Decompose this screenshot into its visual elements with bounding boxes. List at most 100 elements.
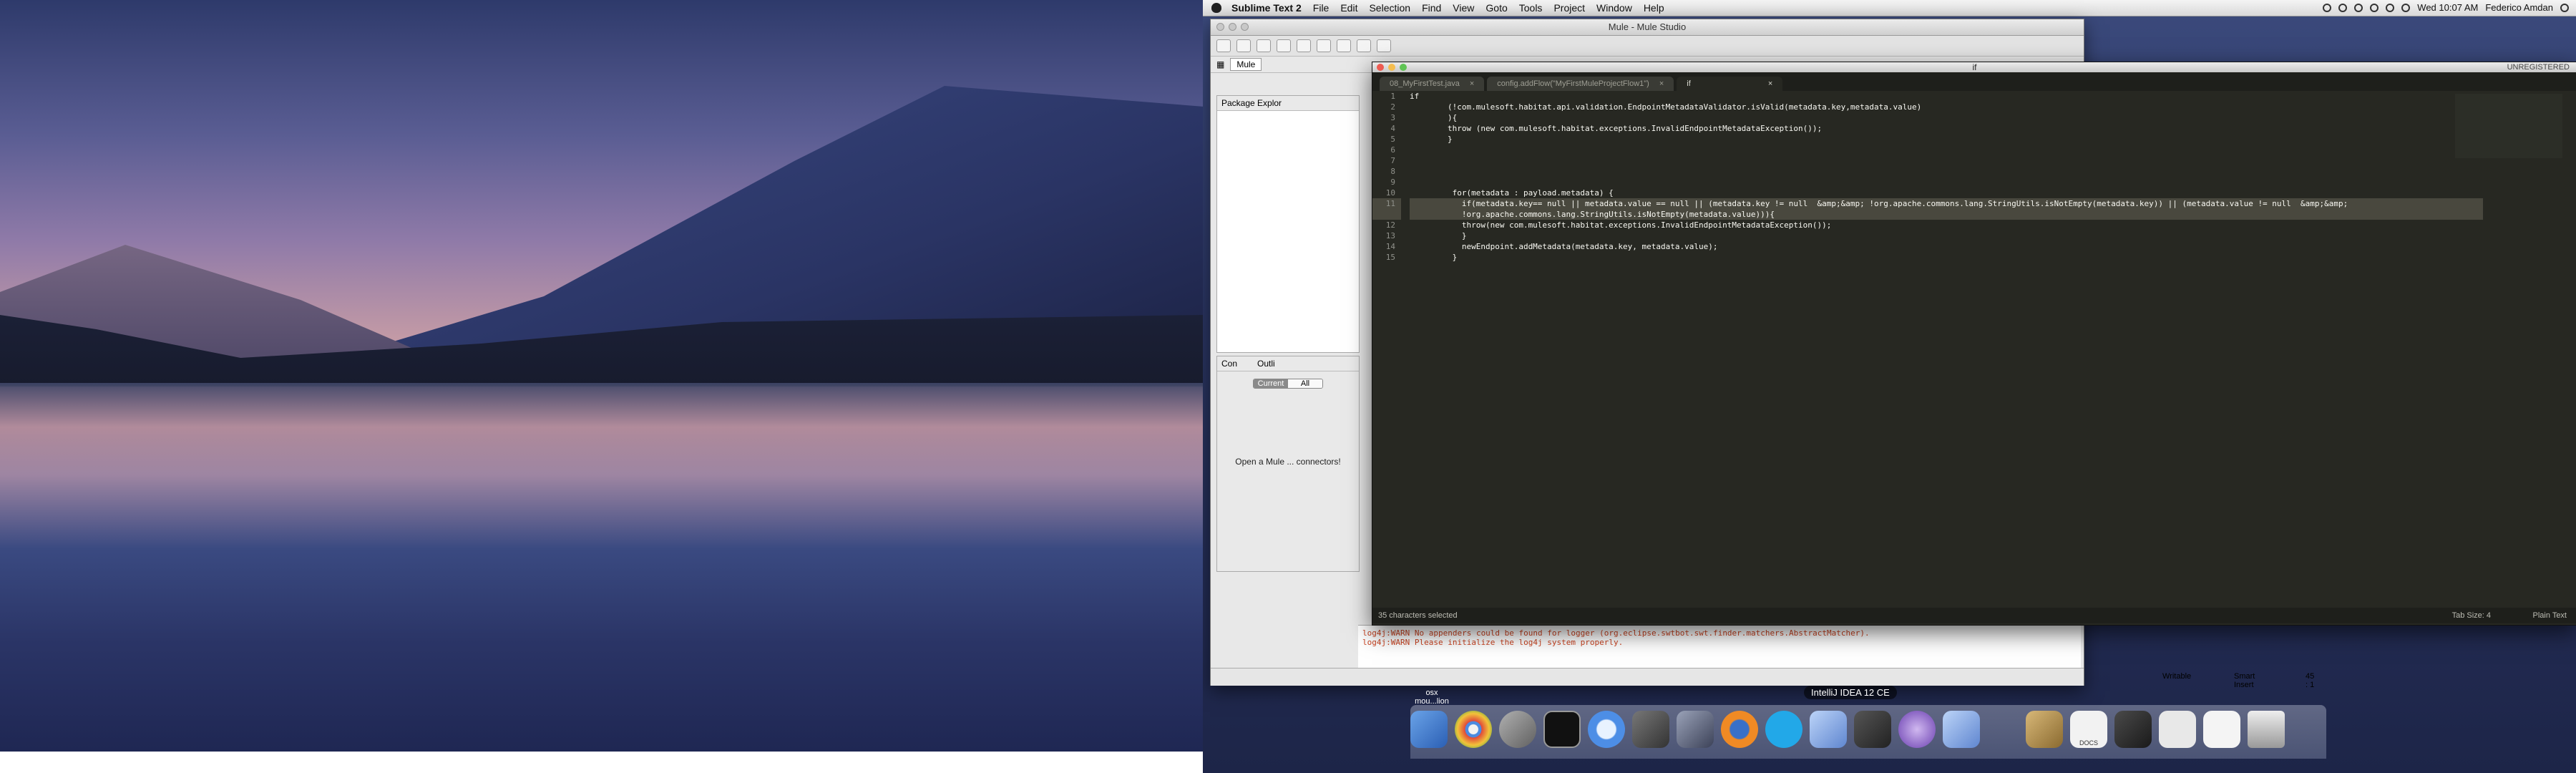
close-button[interactable] (1377, 64, 1384, 71)
tab-first-test[interactable]: 08_MyFirstTest.java × (1380, 77, 1485, 91)
menubar-clock[interactable]: Wed 10:07 AM (2417, 2, 2478, 13)
new-icon[interactable] (1216, 39, 1231, 52)
line-number: 9 (1390, 178, 1395, 187)
code-line-selected: if(metadata.key== null || metadata.value… (1410, 198, 2483, 209)
line-number: 8 (1390, 167, 1395, 176)
screenshot-stack-icon[interactable] (2114, 711, 2152, 748)
desktop-file-icon[interactable]: osx mou...lion (1410, 689, 1453, 706)
close-tab-icon[interactable]: × (1470, 77, 1474, 91)
connectors-message: Open a Mule ... connectors! (1235, 457, 1341, 467)
documents-stack-icon[interactable]: DOCS (2070, 711, 2107, 748)
sublime-title: if (1972, 62, 1977, 72)
external-tools-icon[interactable] (1297, 39, 1311, 52)
menu-help[interactable]: Help (1644, 2, 1664, 14)
line-number: 2 (1390, 102, 1395, 112)
mule-perspective-button[interactable]: Mule (1230, 58, 1262, 71)
adium-icon[interactable] (1810, 711, 1847, 748)
unregistered-label: UNREGISTERED (2507, 63, 2570, 72)
eclipse-icon[interactable] (1898, 711, 1936, 748)
tab-if[interactable]: if × (1677, 77, 1783, 91)
menu-file[interactable]: File (1313, 2, 1330, 14)
menu-edit[interactable]: Edit (1340, 2, 1357, 14)
applications-folder-icon[interactable] (2026, 711, 2063, 748)
sublime-titlebar: if UNREGISTERED (1372, 62, 2576, 72)
spotlight-icon[interactable] (2560, 3, 2569, 12)
safari-icon[interactable] (1588, 711, 1625, 748)
skype-icon[interactable] (1765, 711, 1802, 748)
close-tab-icon[interactable]: × (1768, 77, 1772, 91)
minimize-button[interactable] (1229, 23, 1236, 31)
forward-icon[interactable] (1377, 39, 1391, 52)
battery-icon[interactable] (2401, 3, 2411, 12)
status-area: Wed 10:07 AM Federico Amdan (2323, 2, 2569, 13)
code-line: for(metadata : payload.metadata) { (1410, 188, 1614, 198)
menu-view[interactable]: View (1453, 2, 1474, 14)
tab-connections[interactable]: Con (1221, 356, 1237, 371)
segment-current[interactable]: Current (1254, 379, 1288, 388)
line-number: 4 (1390, 124, 1395, 133)
menu-window[interactable]: Window (1596, 2, 1632, 14)
tab-size-selector[interactable]: Tab Size: 4 (2452, 608, 2491, 623)
menu-goto[interactable]: Goto (1485, 2, 1507, 14)
downloads-stack-icon[interactable] (2159, 711, 2196, 748)
finder-icon[interactable] (1410, 711, 1448, 748)
menubar-user[interactable]: Federico Amdan (2485, 2, 2553, 13)
code-area[interactable]: if (!com.mulesoft.habitat.api.validation… (1410, 91, 2483, 263)
desktop-file-label: osx mou...lion (1415, 689, 1449, 706)
open-perspective-icon[interactable]: ▦ (1216, 59, 1224, 69)
close-button[interactable] (1216, 23, 1224, 31)
eclipse-toolbar (1211, 36, 2084, 57)
code-line: } (1410, 253, 1458, 262)
package-explorer-tab[interactable]: Package Explor (1217, 96, 1359, 111)
segment-all[interactable]: All (1288, 379, 1322, 388)
code-line: throw (new com.mulesoft.habitat.exceptio… (1410, 124, 1823, 133)
close-tab-icon[interactable]: × (1659, 77, 1664, 91)
syntax-selector[interactable]: Plain Text (2533, 608, 2567, 623)
menu-tools[interactable]: Tools (1519, 2, 1543, 14)
minimize-button[interactable] (1388, 64, 1395, 71)
chrome-icon[interactable] (1455, 711, 1492, 748)
system-preferences-icon[interactable] (1632, 711, 1669, 748)
package-explorer-panel: Package Explor (1216, 95, 1360, 353)
timemachine-icon[interactable] (2338, 3, 2348, 12)
new-project-icon[interactable] (1317, 39, 1331, 52)
zoom-button[interactable] (1400, 64, 1407, 71)
search-icon[interactable] (1337, 39, 1351, 52)
launchpad-icon[interactable] (1499, 711, 1536, 748)
intellij-icon[interactable] (1677, 711, 1714, 748)
debug-icon[interactable] (1257, 39, 1271, 52)
console-line: log4j:WARN No appenders could be found f… (1362, 628, 1870, 638)
code-line: newEndpoint.addMetadata(metadata.key, me… (1410, 242, 1718, 251)
console-view[interactable]: log4j:WARN No appenders could be found f… (1358, 625, 2081, 668)
app-menu[interactable]: Sublime Text 2 (1231, 2, 1302, 14)
code-line: (!com.mulesoft.habitat.api.validation.En… (1410, 102, 1922, 112)
firefox-icon[interactable] (1721, 711, 1758, 748)
menu-project[interactable]: Project (1553, 2, 1585, 14)
tab-outline[interactable]: Outli (1257, 356, 1275, 371)
run-icon[interactable] (1277, 39, 1291, 52)
save-icon[interactable] (1236, 39, 1251, 52)
tab-config-addflow[interactable]: config.addFlow("MyFirstMuleProjectFlow1"… (1487, 77, 1674, 91)
docs-label: DOCS (2079, 739, 2098, 747)
menu-selection[interactable]: Selection (1369, 2, 1410, 14)
code-editor[interactable]: 1 2 3 4 5 6 7 8 9 10 11 12 13 14 15 if (… (1372, 91, 2576, 608)
file-stack-icon[interactable] (2203, 711, 2240, 748)
terminal-icon[interactable] (1543, 711, 1581, 748)
minimap[interactable] (2455, 94, 2562, 158)
menu-bar: Sublime Text 2 File Edit Selection Find … (1203, 0, 2576, 16)
apple-menu-icon[interactable] (1211, 3, 1221, 13)
bluetooth-icon[interactable] (2354, 3, 2363, 12)
tab-label: config.addFlow("MyFirstMuleProjectFlow1"… (1497, 79, 1649, 88)
connections-panel-head: Con Outli (1217, 356, 1359, 371)
volume-icon[interactable] (2386, 3, 2395, 12)
back-icon[interactable] (1357, 39, 1371, 52)
window-controls (1216, 23, 1249, 31)
zoom-button[interactable] (1241, 23, 1249, 31)
mule-studio-icon[interactable] (1943, 711, 1980, 748)
dropbox-icon[interactable] (2323, 3, 2332, 12)
sublime-text-icon[interactable] (1854, 711, 1891, 748)
wifi-icon[interactable] (2370, 3, 2379, 12)
trash-icon[interactable] (2248, 711, 2285, 748)
menu-find[interactable]: Find (1422, 2, 1441, 14)
